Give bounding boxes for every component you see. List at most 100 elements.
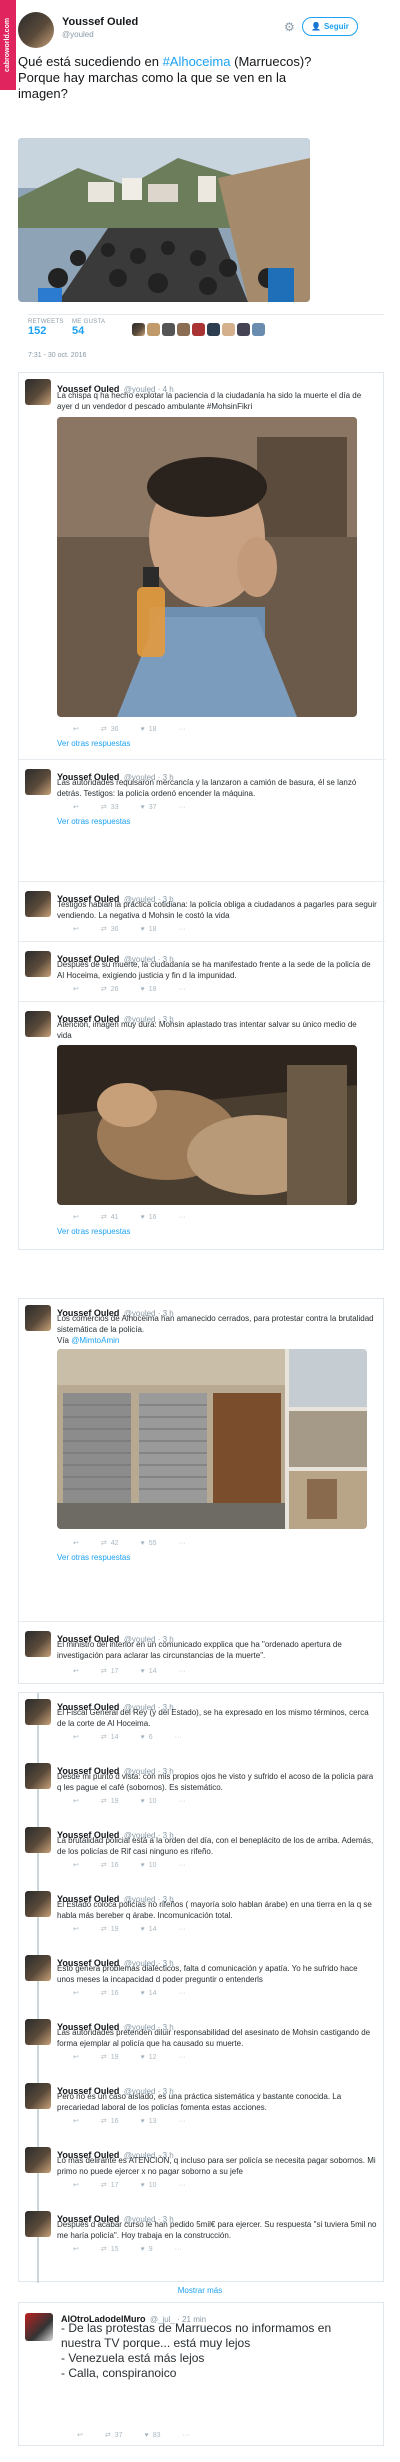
more-icon[interactable]: ···	[179, 1862, 186, 1869]
avatar[interactable]	[177, 323, 190, 336]
like-button[interactable]: ♥ 10	[141, 1862, 157, 1869]
like-button[interactable]: ♥ 14	[141, 1990, 157, 1997]
avatar[interactable]	[162, 323, 175, 336]
avatar[interactable]	[25, 1699, 51, 1725]
reply-tweet[interactable]: Youssef Ouled @youled · 4 h La chispa q …	[19, 373, 385, 803]
reply-tweet[interactable]: Youssef Ouled @youled · 3 h Esto genera …	[19, 1951, 385, 2013]
like-button[interactable]: ♥ 14	[141, 1668, 157, 1675]
avatar[interactable]	[192, 323, 205, 336]
reply-icon[interactable]: ↩	[73, 1667, 79, 1675]
reply-icon[interactable]: ↩	[73, 1733, 79, 1741]
like-button[interactable]: ♥ 16	[141, 1214, 157, 1221]
retweet-button[interactable]: ⇄ 19	[101, 2053, 119, 2062]
more-icon[interactable]: ···	[179, 2054, 186, 2061]
more-replies-link[interactable]: Ver otras respuestas	[57, 1553, 130, 1562]
follow-button[interactable]: 👤 Seguir	[302, 17, 358, 36]
reply-tweet[interactable]: Youssef Ouled @youled · 3 h Los comercio…	[19, 1299, 385, 1619]
avatar[interactable]	[18, 12, 54, 48]
more-replies-link[interactable]: Ver otras respuestas	[57, 1227, 130, 1236]
like-button[interactable]: ♥ 12	[141, 2054, 157, 2061]
reply-tweet[interactable]: Youssef Ouled @youled · 3 h Pero no es u…	[19, 2079, 385, 2141]
avatar[interactable]	[25, 1305, 51, 1331]
retweet-button[interactable]: ⇄ 33	[101, 803, 119, 812]
like-button[interactable]: ♥ 10	[141, 2182, 157, 2189]
retweet-button[interactable]: ⇄ 36	[101, 925, 119, 934]
avatar[interactable]	[25, 1763, 51, 1789]
retweet-button[interactable]: ⇄ 16	[101, 1861, 119, 1870]
retweet-button[interactable]: ⇄ 14	[101, 1733, 119, 1742]
reply-icon[interactable]: ↩	[73, 1213, 79, 1221]
retweet-button[interactable]: ⇄ 19	[101, 1797, 119, 1806]
more-icon[interactable]: ···	[175, 1734, 182, 1741]
reply-icon[interactable]: ↩	[73, 1925, 79, 1933]
avatar[interactable]	[25, 379, 51, 405]
more-icon[interactable]: ···	[179, 1926, 186, 1933]
like-button[interactable]: ♥ 18	[141, 986, 157, 993]
avatar[interactable]	[132, 323, 145, 336]
more-icon[interactable]: ···	[179, 2182, 186, 2189]
final-tweet[interactable]: AlOtroLadodelMuro @_jul_ · 21 min - De l…	[18, 2302, 384, 2446]
hashtag-link[interactable]: #Alhoceima	[163, 54, 231, 69]
author-handle[interactable]: @youled	[62, 30, 94, 39]
reply-icon[interactable]: ↩	[73, 1797, 79, 1805]
reply-icon[interactable]: ↩	[73, 925, 79, 933]
like-button[interactable]: ♥ 55	[141, 1540, 157, 1547]
retweet-button[interactable]: ⇄ 15	[101, 2245, 119, 2254]
like-stat[interactable]: ME GUSTA 54	[72, 319, 105, 337]
reply-icon[interactable]: ↩	[73, 2181, 79, 2189]
avatar[interactable]	[25, 1891, 51, 1917]
avatar[interactable]	[207, 323, 220, 336]
more-icon[interactable]: ···	[179, 804, 186, 811]
like-button[interactable]: ♥ 37	[141, 804, 157, 811]
mention-link[interactable]: @MimtoAmin	[71, 1336, 119, 1345]
more-icon[interactable]: ···	[179, 986, 186, 993]
author-name[interactable]: Youssef Ouled	[62, 16, 138, 28]
reply-tweet[interactable]: Youssef Ouled @youled · 3 h Las autorida…	[19, 763, 385, 833]
avatar[interactable]	[25, 769, 51, 795]
avatar[interactable]	[25, 2147, 51, 2173]
timestamp[interactable]: 7:31 - 30 oct. 2016	[28, 352, 86, 359]
retweet-button[interactable]: ⇄ 36	[101, 725, 119, 734]
more-icon[interactable]: ···	[179, 1540, 186, 1547]
reply-tweet[interactable]: Youssef Ouled @youled · 3 h Desde mi pun…	[19, 1759, 385, 1821]
avatar[interactable]	[25, 1955, 51, 1981]
reply-icon[interactable]: ↩	[73, 1989, 79, 1997]
avatar[interactable]	[25, 951, 51, 977]
retweet-button[interactable]: ⇄ 16	[101, 1989, 119, 1998]
reply-icon[interactable]: ↩	[73, 2053, 79, 2061]
reply-tweet[interactable]: Youssef Ouled @youled · 3 h La brutalida…	[19, 1823, 385, 1885]
retweet-stat[interactable]: RETWEETS 152	[28, 319, 64, 337]
reply-tweet[interactable]: Youssef Ouled @youled · 3 h Después d ac…	[19, 2207, 385, 2269]
show-more-link[interactable]: Mostrar más	[0, 2286, 400, 2295]
like-button[interactable]: ♥ 9	[141, 2246, 153, 2253]
retweet-button[interactable]: ⇄ 17	[101, 1667, 119, 1676]
avatar[interactable]	[25, 2211, 51, 2237]
retweet-button[interactable]: ⇄ 37	[105, 2431, 123, 2440]
like-button[interactable]: ♥ 10	[141, 1798, 157, 1805]
reply-icon[interactable]: ↩	[73, 2117, 79, 2125]
more-icon[interactable]: ···	[183, 2432, 190, 2439]
like-button[interactable]: ♥ 83	[145, 2432, 161, 2439]
reply-icon[interactable]: ↩	[73, 985, 79, 993]
more-icon[interactable]: ···	[179, 926, 186, 933]
more-replies-link[interactable]: Ver otras respuestas	[57, 817, 130, 826]
retweet-button[interactable]: ⇄ 41	[101, 1213, 119, 1222]
more-icon[interactable]: ···	[179, 726, 186, 733]
like-button[interactable]: ♥ 18	[141, 726, 157, 733]
avatar[interactable]	[25, 2019, 51, 2045]
more-icon[interactable]: ···	[179, 1990, 186, 1997]
more-replies-link[interactable]: Ver otras respuestas	[57, 739, 130, 748]
avatar[interactable]	[237, 323, 250, 336]
tweet-photo[interactable]	[57, 1045, 357, 1205]
reply-icon[interactable]: ↩	[73, 2245, 79, 2253]
retweet-button[interactable]: ⇄ 19	[101, 1925, 119, 1934]
reply-tweet[interactable]: Youssef Ouled @youled · 3 h El ministro …	[19, 1625, 385, 1683]
retweet-button[interactable]: ⇄ 16	[101, 2117, 119, 2126]
more-icon[interactable]: ···	[179, 1798, 186, 1805]
march-photo[interactable]	[18, 138, 310, 302]
like-button[interactable]: ♥ 13	[141, 2118, 157, 2125]
reply-icon[interactable]: ↩	[73, 1539, 79, 1547]
reply-tweet[interactable]: Youssef Ouled @youled · 3 h El Estado co…	[19, 1887, 385, 1949]
more-icon[interactable]: ···	[175, 2246, 182, 2253]
retweet-button[interactable]: ⇄ 42	[101, 1539, 119, 1548]
